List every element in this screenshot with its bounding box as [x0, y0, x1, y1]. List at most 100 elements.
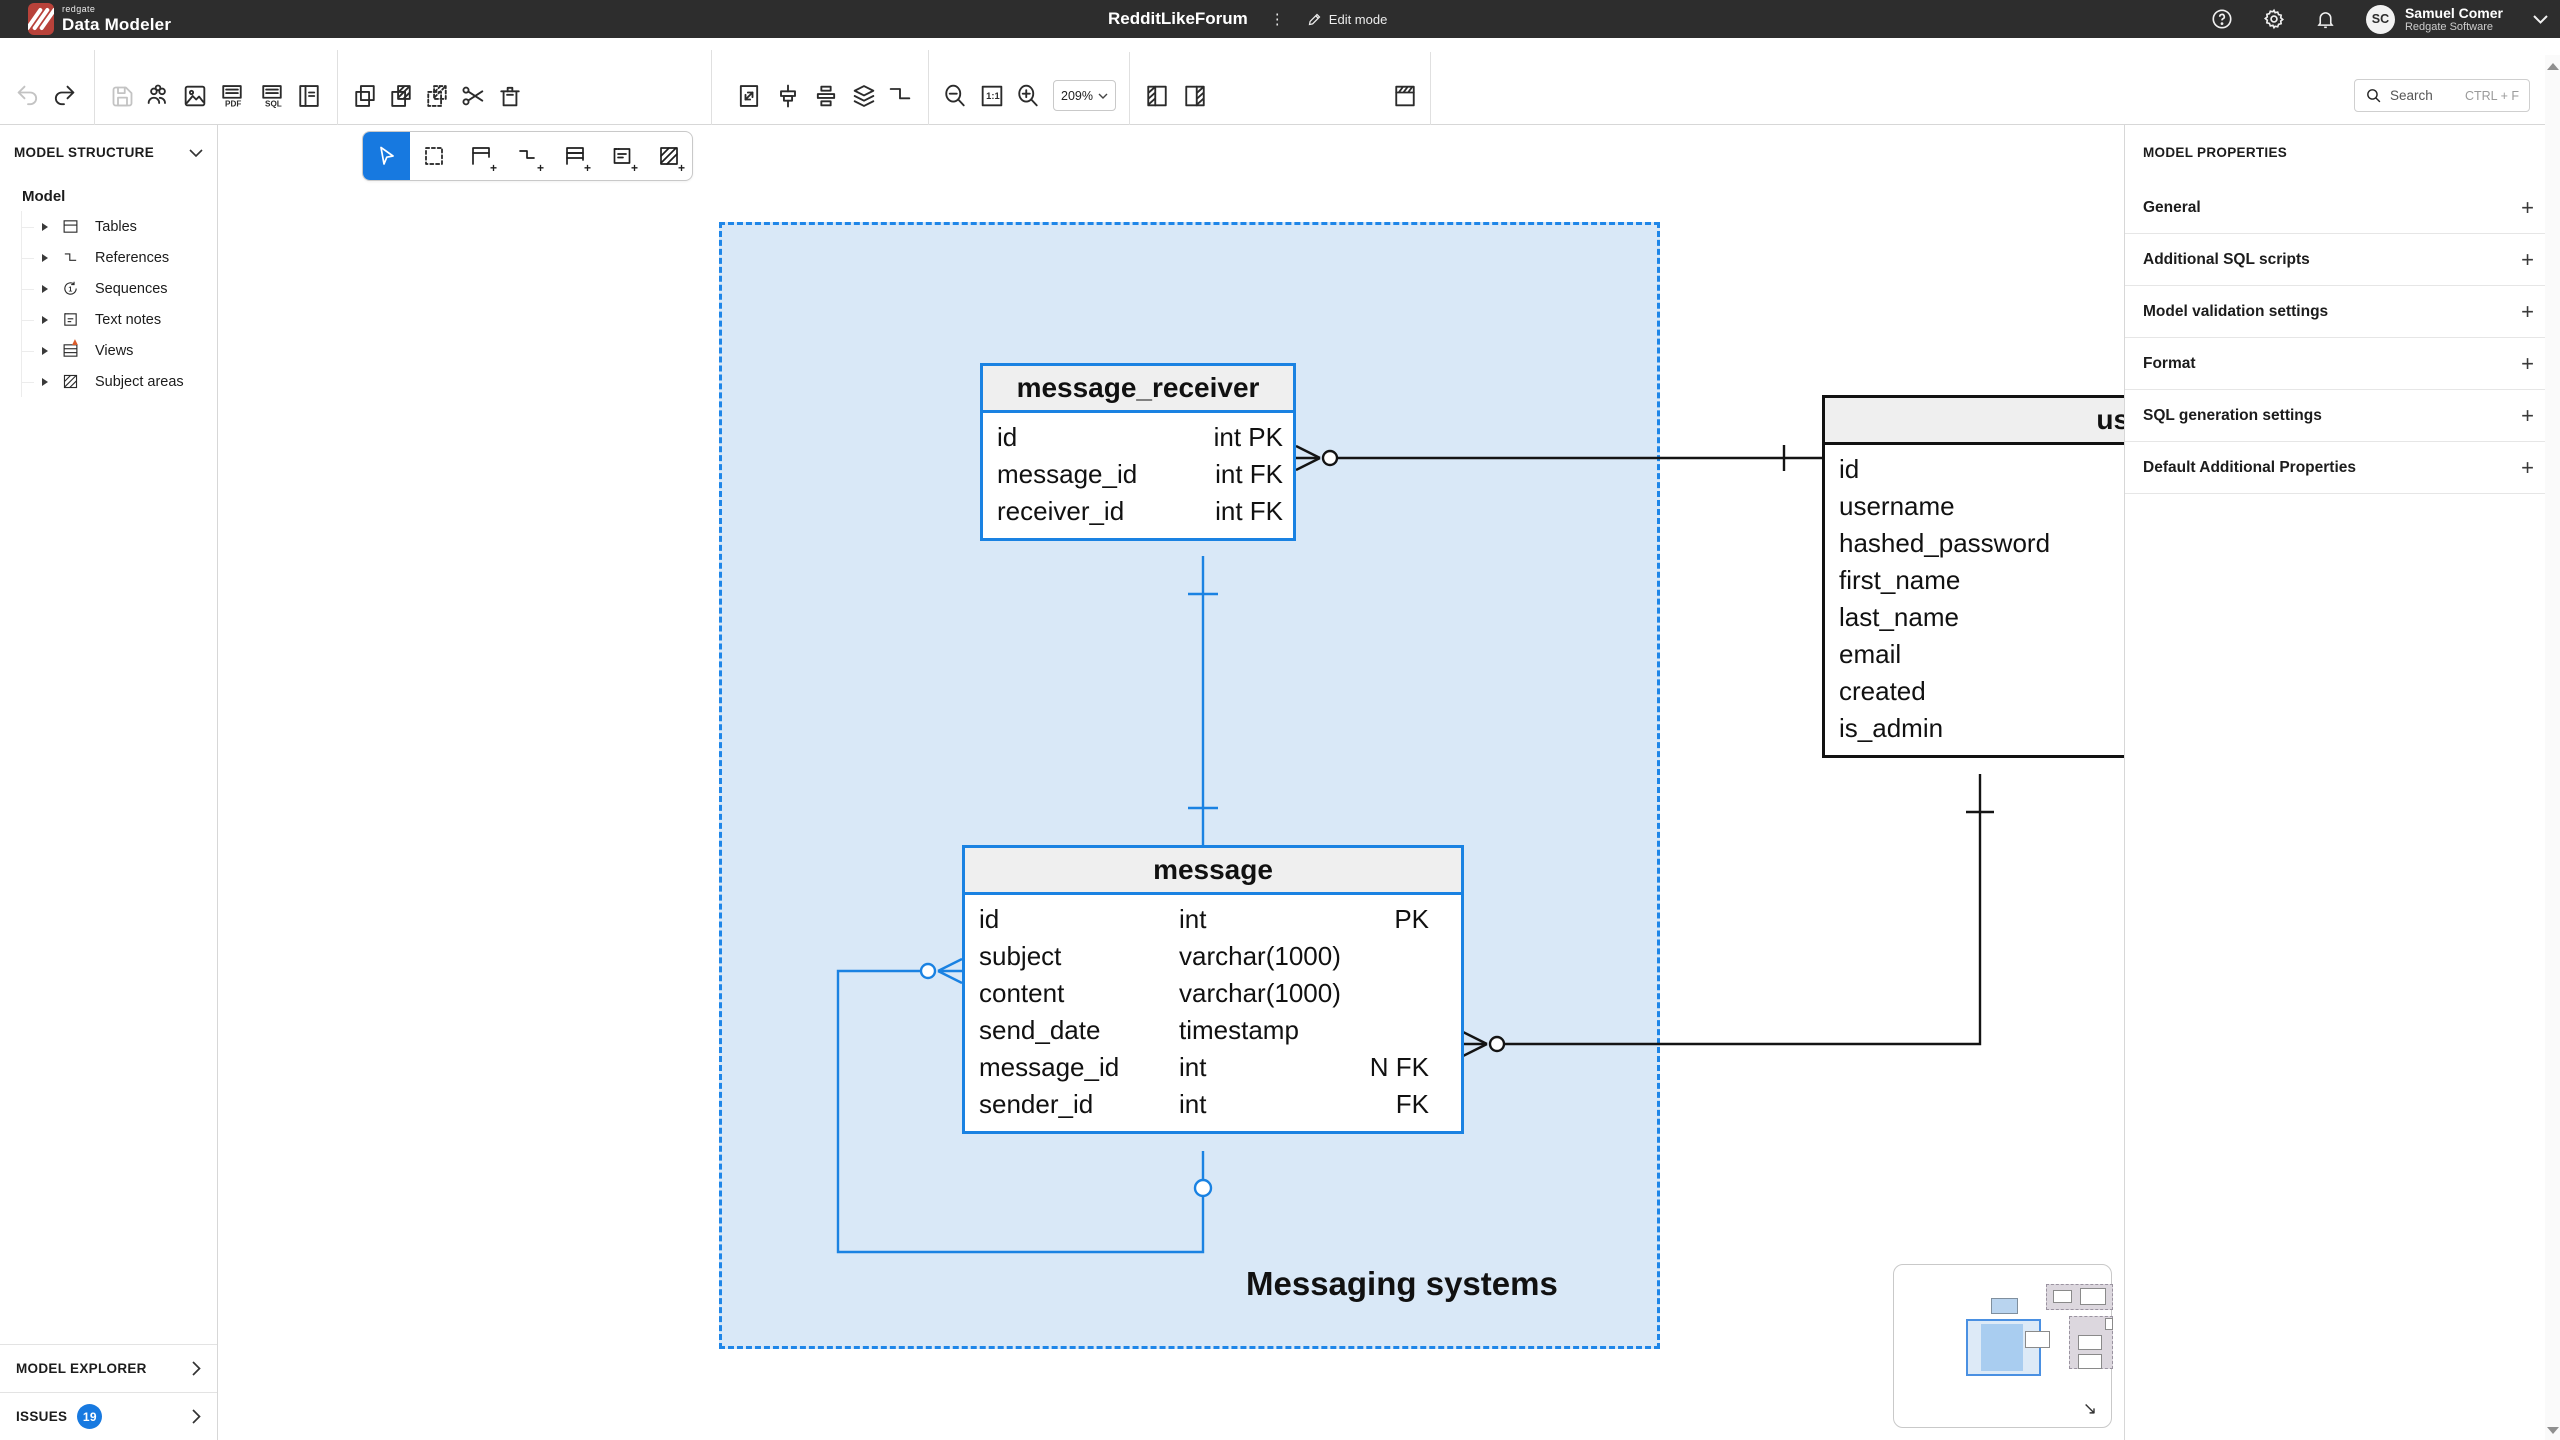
sidebar-item-label: Text notes [95, 312, 161, 328]
add-table-tool[interactable]: + [457, 132, 504, 180]
expander-arrow-icon[interactable] [42, 316, 48, 324]
relationship-message-user[interactable] [1463, 774, 1994, 1056]
copy-button[interactable] [347, 78, 383, 114]
column-sender_id[interactable]: sender_idintFK [965, 1086, 1461, 1123]
report-button[interactable] [291, 78, 327, 114]
help-button[interactable] [2211, 8, 2233, 30]
toggle-left-panel-button[interactable] [1139, 78, 1175, 114]
table-message_receiver[interactable]: message_receiver idint PKmessage_idint F… [980, 363, 1296, 541]
distribute-button[interactable] [808, 78, 844, 114]
model-explorer-toggle[interactable]: MODEL EXPLORER [0, 1344, 217, 1392]
expand-plus-icon[interactable]: + [2521, 195, 2534, 221]
column-message_id[interactable]: message_idint FK [983, 456, 1293, 493]
export-image-button[interactable] [177, 78, 213, 114]
reference-style-button[interactable] [882, 78, 918, 114]
select-tool[interactable] [363, 132, 410, 180]
column-first_name[interactable]: first_name [1825, 562, 2124, 599]
expander-arrow-icon[interactable] [42, 223, 48, 231]
column-message_id[interactable]: message_idintN FK [965, 1049, 1461, 1086]
toggle-top-panel-button[interactable] [1387, 78, 1423, 114]
cut-button[interactable] [455, 78, 491, 114]
undo-button[interactable] [10, 78, 46, 114]
export-pdf-button[interactable]: PDF [214, 78, 250, 114]
table-user[interactable]: user idusernamehashed_passwordfirst_name… [1822, 395, 2124, 758]
autosize-button[interactable] [731, 78, 767, 114]
zoom-reset-button[interactable]: 1:1 [974, 78, 1010, 114]
zoom-in-icon [1014, 82, 1042, 110]
expand-plus-icon[interactable]: + [2521, 299, 2534, 325]
column-receiver_id[interactable]: receiver_idint FK [983, 493, 1293, 530]
minimap[interactable]: ↘ [1893, 1264, 2112, 1428]
save-icon [109, 83, 136, 110]
column-is_admin[interactable]: is_admin [1825, 710, 2124, 747]
save-button[interactable] [104, 78, 140, 114]
add-text-note-tool[interactable]: + [598, 132, 645, 180]
notifications-button[interactable] [2315, 8, 2336, 30]
user-menu[interactable]: SC Samuel Comer Redgate Software [2366, 5, 2503, 34]
page-scrollbar[interactable] [2545, 55, 2560, 1440]
marquee-select-tool[interactable] [410, 132, 457, 180]
zoom-level-dropdown[interactable]: 209% [1053, 80, 1116, 111]
zoom-in-button[interactable] [1010, 78, 1046, 114]
paste-style-button[interactable] [419, 78, 455, 114]
column-id[interactable]: id [1825, 451, 2124, 488]
redo-button[interactable] [46, 78, 82, 114]
layers-button[interactable] [846, 78, 882, 114]
copy-style-button[interactable] [383, 78, 419, 114]
toggle-right-panel-button[interactable] [1177, 78, 1213, 114]
expander-arrow-icon[interactable] [42, 254, 48, 262]
column-content[interactable]: contentvarchar(1000) [965, 975, 1461, 1012]
properties-section-additional-sql-scripts[interactable]: Additional SQL scripts+ [2125, 234, 2560, 286]
column-send_date[interactable]: send_datetimestamp [965, 1012, 1461, 1049]
user-menu-chevron-icon[interactable] [2533, 15, 2548, 24]
properties-section-format[interactable]: Format+ [2125, 338, 2560, 390]
expander-arrow-icon[interactable] [42, 285, 48, 293]
search-input[interactable]: Search CTRL + F [2354, 79, 2530, 112]
sidebar-item-subject-areas[interactable]: Subject areas [22, 366, 217, 397]
zoom-out-button[interactable] [937, 78, 973, 114]
add-subject-area-tool[interactable]: + [645, 132, 692, 180]
align-button[interactable] [770, 78, 806, 114]
column-hashed_password[interactable]: hashed_password [1825, 525, 2124, 562]
sidebar-item-sequences[interactable]: 1Sequences [22, 273, 217, 304]
column-id[interactable]: idintPK [965, 901, 1461, 938]
table-message[interactable]: message idintPKsubjectvarchar(1000)conte… [962, 845, 1464, 1134]
column-last_name[interactable]: last_name [1825, 599, 2124, 636]
expander-arrow-icon[interactable] [42, 347, 48, 355]
model-structure-header[interactable]: MODEL STRUCTURE [0, 125, 217, 160]
sidebar-item-views[interactable]: ▲Views [22, 335, 217, 366]
expand-plus-icon[interactable]: + [2521, 247, 2534, 273]
column-created[interactable]: created [1825, 673, 2124, 710]
expand-plus-icon[interactable]: + [2521, 351, 2534, 377]
issues-toggle[interactable]: ISSUES 19 [0, 1392, 217, 1440]
properties-section-default-additional-properties[interactable]: Default Additional Properties+ [2125, 442, 2560, 494]
expander-arrow-icon[interactable] [42, 378, 48, 386]
properties-section-general[interactable]: General+ [2125, 182, 2560, 234]
sidebar-item-references[interactable]: References [22, 242, 217, 273]
column-email[interactable]: email [1825, 636, 2124, 673]
expand-plus-icon[interactable]: + [2521, 403, 2534, 429]
column-username[interactable]: username [1825, 488, 2124, 525]
properties-section-sql-generation-settings[interactable]: SQL generation settings+ [2125, 390, 2560, 442]
edit-mode-indicator[interactable]: Edit mode [1307, 12, 1388, 27]
model-root-node[interactable]: Model [0, 160, 217, 211]
add-view-tool[interactable]: + [551, 132, 598, 180]
sidebar-item-tables[interactable]: Tables [22, 211, 217, 242]
export-sql-button[interactable]: SQL [254, 78, 290, 114]
properties-section-model-validation-settings[interactable]: Model validation settings+ [2125, 286, 2560, 338]
scroll-up-arrow-icon[interactable] [2547, 63, 2559, 70]
column-id[interactable]: idint PK [983, 419, 1293, 456]
relationship-message_receiver-user[interactable] [1296, 445, 1822, 471]
share-button[interactable] [140, 78, 176, 114]
diagram-canvas[interactable]: message_receiver idint PKmessage_idint F… [218, 125, 2124, 1440]
expand-plus-icon[interactable]: + [2521, 455, 2534, 481]
column-subject[interactable]: subjectvarchar(1000) [965, 938, 1461, 975]
relationship-message_receiver-message[interactable] [1188, 556, 1218, 845]
delete-button[interactable] [492, 78, 528, 114]
minimap-resize-handle[interactable]: ↘ [2083, 1399, 2097, 1419]
sidebar-item-text-notes[interactable]: Text notes [22, 304, 217, 335]
document-menu-button[interactable]: ⋮ [1270, 10, 1285, 28]
settings-button[interactable] [2263, 8, 2285, 30]
add-reference-tool[interactable]: + [504, 132, 551, 180]
scroll-down-arrow-icon[interactable] [2547, 1427, 2559, 1434]
